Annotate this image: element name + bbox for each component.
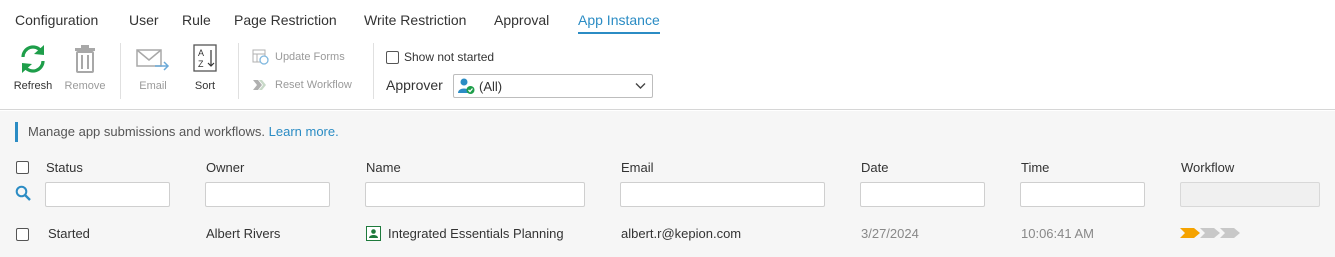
approver-label: Approver (386, 77, 443, 93)
time-filter-input[interactable] (1020, 182, 1145, 207)
sort-button[interactable]: A Z Sort (181, 38, 229, 92)
email-label: Email (139, 80, 167, 92)
name-filter-input[interactable] (365, 182, 585, 207)
column-header-status[interactable]: Status (46, 160, 83, 175)
show-not-started-toggle[interactable]: Show not started (386, 50, 494, 64)
column-header-date[interactable]: Date (861, 160, 888, 175)
row-date: 3/27/2024 (861, 226, 919, 241)
sort-az-icon: A Z (193, 44, 217, 72)
info-banner: Manage app submissions and workflows. Le… (15, 122, 339, 142)
update-forms-button[interactable]: Update Forms (252, 49, 345, 65)
show-not-started-label: Show not started (404, 50, 495, 64)
column-header-workflow[interactable]: Workflow (1181, 160, 1234, 175)
ribbon-separator (120, 43, 121, 99)
approver-dropdown[interactable]: (All) (453, 74, 653, 98)
tab-approval[interactable]: Approval (494, 12, 549, 28)
status-filter-input[interactable] (45, 182, 170, 207)
ribbon-separator (238, 43, 239, 99)
chevron-down-icon (635, 83, 646, 89)
tab-app-instance[interactable]: App Instance (578, 12, 660, 34)
ribbon-toolbar: Refresh Remove Email A Z Sort Update For… (0, 38, 1335, 110)
row-owner: Albert Rivers (206, 226, 281, 241)
tab-rule[interactable]: Rule (182, 12, 211, 28)
tab-configuration[interactable]: Configuration (15, 12, 98, 28)
sort-az-icon-z: Z (198, 59, 204, 69)
user-check-icon (458, 78, 475, 94)
workflow-progress-icon (1180, 228, 1240, 238)
learn-more-link[interactable]: Learn more. (269, 124, 339, 139)
workflow-step-pending (1220, 228, 1240, 238)
tab-user[interactable]: User (129, 12, 159, 28)
tab-write-restriction[interactable]: Write Restriction (364, 12, 466, 28)
column-header-name[interactable]: Name (366, 160, 401, 175)
app-form-icon (366, 226, 381, 241)
reset-workflow-label: Reset Workflow (275, 79, 352, 91)
sort-az-icon-a: A (198, 48, 204, 58)
email-filter-input[interactable] (620, 182, 825, 207)
remove-label: Remove (64, 80, 106, 92)
row-name[interactable]: Integrated Essentials Planning (366, 226, 564, 241)
refresh-icon (21, 45, 45, 73)
workflow-step-active (1180, 228, 1200, 238)
workflow-step-pending (1200, 228, 1220, 238)
update-forms-icon (252, 49, 269, 65)
workflow-filter-input (1180, 182, 1320, 207)
refresh-button[interactable]: Refresh (9, 38, 57, 92)
reset-workflow-button[interactable]: Reset Workflow (252, 77, 352, 93)
remove-button[interactable]: Remove (61, 38, 109, 92)
sort-label: Sort (194, 80, 216, 92)
info-text: Manage app submissions and workflows. (28, 124, 266, 139)
trash-icon (75, 45, 95, 73)
update-forms-label: Update Forms (275, 51, 345, 63)
owner-filter-input[interactable] (205, 182, 330, 207)
approver-value: (All) (479, 78, 503, 94)
email-button[interactable]: Email (129, 38, 177, 92)
select-all-checkbox[interactable] (16, 161, 29, 174)
date-filter-input[interactable] (860, 182, 985, 207)
instance-grid-area: Manage app submissions and workflows. Le… (0, 111, 1335, 257)
row-time: 10:06:41 AM (1021, 226, 1094, 241)
column-header-email[interactable]: Email (621, 160, 654, 175)
search-icon[interactable] (15, 185, 32, 202)
column-header-owner[interactable]: Owner (206, 160, 244, 175)
row-name-text: Integrated Essentials Planning (388, 226, 564, 241)
row-email: albert.r@kepion.com (621, 226, 742, 241)
reset-workflow-icon (253, 80, 266, 90)
row-checkbox[interactable] (16, 228, 29, 241)
row-status: Started (48, 226, 90, 241)
show-not-started-checkbox[interactable] (386, 50, 399, 64)
ribbon-separator (373, 43, 374, 99)
tab-page-restriction[interactable]: Page Restriction (234, 12, 337, 28)
column-header-time[interactable]: Time (1021, 160, 1049, 175)
email-send-icon (136, 49, 170, 71)
refresh-label: Refresh (13, 80, 53, 92)
